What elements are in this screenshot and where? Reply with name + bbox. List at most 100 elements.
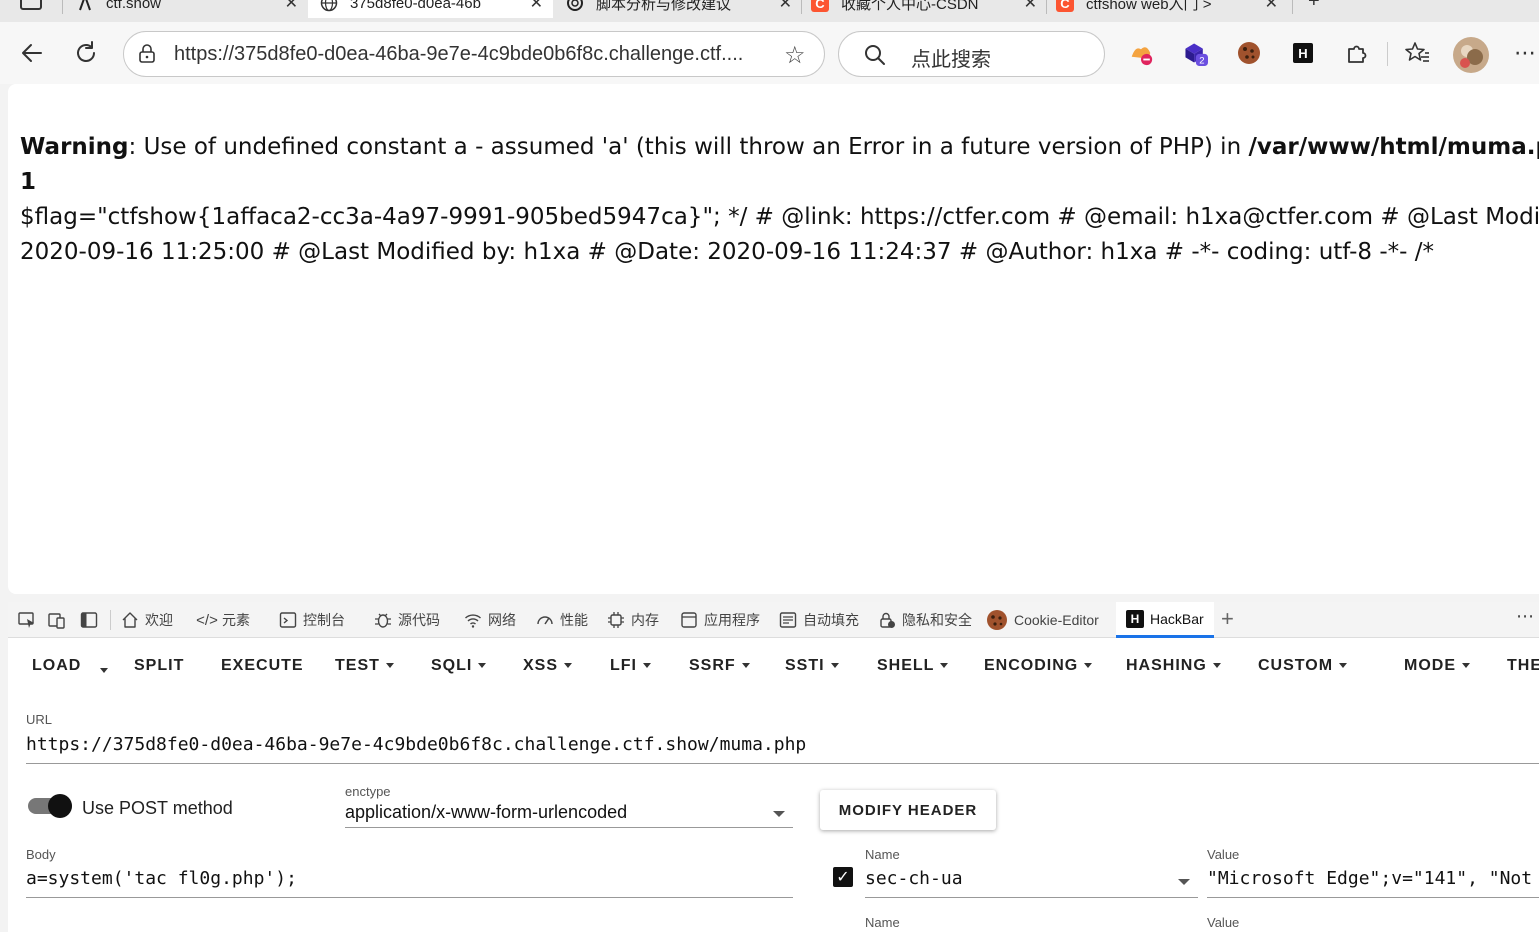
performance-icon — [536, 611, 554, 629]
web-page: Warning: Use of undefined constant a - a… — [8, 84, 1539, 594]
tab-ctfshow-web[interactable]: C ctfshow web入门 > ✕ — [1056, 0, 1278, 18]
tab-script-analysis[interactable]: 脚本分析与修改建议 ✕ — [566, 0, 792, 18]
site-info-icon[interactable] — [137, 44, 157, 64]
hackbar-shell-menu[interactable]: SHELL — [877, 657, 949, 675]
tab-label: ctf.show — [106, 0, 162, 12]
hackbar-mode-menu[interactable]: MODE — [1404, 657, 1470, 675]
php-warning-line: Warning: Use of undefined constant a - a… — [20, 130, 1539, 165]
back-button[interactable] — [17, 38, 47, 68]
extension-blocked-icon[interactable] — [1128, 40, 1154, 66]
modify-header-button[interactable]: MODIFY HEADER — [820, 790, 996, 830]
tab-close-icon[interactable]: ✕ — [530, 0, 543, 13]
profile-avatar[interactable] — [1453, 37, 1489, 73]
tab-csdn-profile[interactable]: C 收藏个人中心-CSDN ✕ — [811, 0, 1037, 18]
hackbar-custom-menu[interactable]: CUSTOM — [1258, 657, 1348, 675]
hackbar-ssti-menu[interactable]: SSTI — [785, 657, 839, 675]
chevron-down-icon — [830, 663, 839, 669]
tab-close-icon[interactable]: ✕ — [1265, 0, 1278, 13]
tab-label: 收藏个人中心-CSDN — [841, 0, 979, 13]
home-icon — [121, 611, 139, 629]
devtools-tab-network[interactable]: 网络 — [464, 602, 516, 638]
header-value-input[interactable]: "Microsoft Edge";v="141", "Not — [1207, 868, 1539, 898]
hackbar-load-dropdown-icon[interactable] — [100, 662, 108, 680]
header-name-label-2: Name — [865, 915, 900, 930]
menu-label: LFI — [610, 657, 637, 674]
more-menu-icon[interactable]: ⋯ — [1512, 40, 1538, 66]
address-bar[interactable]: https://375d8fe0-d0ea-46ba-9e7e-4c9bde0b… — [123, 31, 825, 77]
tab-ctfshow[interactable]: ctf.show ✕ — [76, 0, 298, 18]
post-method-toggle[interactable] — [28, 794, 72, 818]
favorite-star-icon[interactable]: ☆ — [784, 41, 806, 70]
reload-icon — [77, 41, 95, 62]
devtools-tab-label: 欢迎 — [145, 612, 173, 628]
tab-close-icon[interactable]: ✕ — [1024, 0, 1037, 13]
devtools-more-icon[interactable]: ⋯ — [1516, 606, 1534, 627]
hackbar-ssrf-menu[interactable]: SSRF — [689, 657, 750, 675]
menu-label: SSTI — [785, 657, 825, 674]
header-name-select[interactable]: sec-ch-ua — [865, 868, 1198, 898]
wifi-icon — [464, 611, 482, 629]
devtools-tab-performance[interactable]: 性能 — [536, 602, 588, 638]
address-url[interactable]: https://375d8fe0-d0ea-46ba-9e7e-4c9bde0b… — [174, 43, 743, 66]
devtools-tab-application[interactable]: 应用程序 — [680, 602, 760, 638]
favorites-icon[interactable] — [1404, 40, 1430, 66]
devtools-tab-label: 性能 — [560, 612, 588, 628]
tab-label: 脚本分析与修改建议 — [596, 0, 732, 13]
chatgpt-favicon-icon — [567, 0, 583, 11]
tab-label: 375d8fe0-d0ea-46b — [350, 0, 481, 12]
tab-separator — [1292, 0, 1293, 14]
warning-label: Warning — [20, 134, 129, 160]
devtools-tab-elements[interactable]: </> 元素 — [196, 602, 250, 638]
chevron-down-icon — [643, 663, 651, 669]
devtools-tab-memory[interactable]: 内存 — [607, 602, 659, 638]
tab-active-challenge[interactable]: 375d8fe0-d0ea-46b ✕ — [308, 0, 553, 18]
hackbar-execute-button[interactable]: EXECUTE — [221, 657, 304, 675]
devtools-tab-label: 控制台 — [303, 612, 345, 628]
reload-button[interactable] — [71, 38, 101, 68]
devtools-tab-autofill[interactable]: 自动填充 — [779, 602, 859, 638]
tab-actions-icon[interactable] — [20, 0, 42, 10]
search-placeholder: 点此搜索 — [911, 49, 991, 71]
add-tab-icon[interactable]: + — [1221, 606, 1234, 632]
hackbar-split-button[interactable]: SPLIT — [134, 657, 184, 675]
hackbar-lfi-menu[interactable]: LFI — [610, 657, 651, 675]
menu-label: SHELL — [877, 657, 935, 674]
hackbar-test-menu[interactable]: TEST — [335, 657, 394, 675]
arrow-left-icon — [22, 44, 42, 62]
post-method-label: Use POST method — [82, 798, 233, 818]
chevron-down-icon — [741, 663, 750, 669]
header-enabled-checkbox[interactable]: ✓ — [833, 867, 853, 887]
globe-icon — [320, 0, 338, 12]
dock-side-icon[interactable] — [80, 611, 98, 629]
hackbar-sqli-menu[interactable]: SQLI — [431, 657, 487, 675]
hackbar-hashing-menu[interactable]: HASHING — [1126, 657, 1221, 675]
tab-close-icon[interactable]: ✕ — [779, 0, 792, 13]
hackbar-xss-menu[interactable]: XSS — [523, 657, 573, 675]
new-tab-icon[interactable]: + — [1308, 0, 1320, 13]
enctype-dropdown-icon[interactable] — [773, 811, 785, 817]
devtools-tab-label: 隐私和安全 — [902, 612, 972, 628]
hackbar-theme-menu[interactable]: THE — [1507, 657, 1539, 675]
body-input[interactable]: a=system('tac fl0g.php'); — [26, 868, 793, 898]
devtools-tab-console[interactable]: 控制台 — [279, 602, 345, 638]
device-emulation-icon[interactable] — [48, 611, 66, 629]
hackbar-encoding-menu[interactable]: ENCODING — [984, 657, 1093, 675]
enctype-select[interactable]: application/x-www-form-urlencoded — [345, 802, 793, 828]
tab-close-icon[interactable]: ✕ — [285, 0, 298, 13]
devtools-tab-label: 源代码 — [398, 612, 440, 628]
devtools-tab-privacy[interactable]: 隐私和安全 — [878, 602, 972, 638]
inspect-element-icon[interactable] — [18, 611, 36, 629]
url-input[interactable]: https://375d8fe0-d0ea-46ba-9e7e-4c9bde0b… — [26, 734, 1539, 764]
header-name-dropdown-icon[interactable] — [1178, 879, 1190, 885]
cookie-extension-icon[interactable] — [1236, 40, 1262, 66]
devtools-tab-sources[interactable]: 源代码 — [374, 602, 440, 638]
hackbar-extension-icon[interactable]: H — [1290, 40, 1316, 66]
devtools-tab-hackbar[interactable]: H HackBar — [1116, 602, 1214, 638]
extensions-puzzle-icon[interactable] — [1344, 40, 1370, 66]
extension-cube-icon[interactable]: 2 — [1182, 40, 1208, 66]
search-box[interactable]: 点此搜索 — [838, 31, 1105, 77]
devtools-tab-cookie-editor[interactable]: Cookie-Editor — [986, 602, 1099, 638]
devtools-tab-welcome[interactable]: 欢迎 — [121, 602, 173, 638]
chevron-down-icon — [1339, 663, 1348, 669]
hackbar-load-button[interactable]: LOAD — [32, 657, 81, 675]
